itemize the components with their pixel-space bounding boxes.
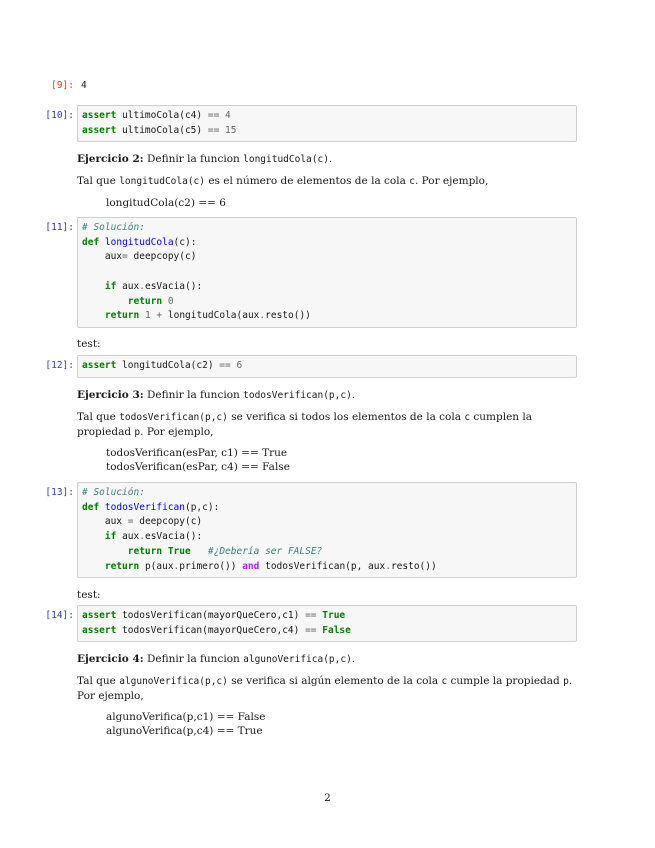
code-block: assert todosVerifican(mayorQueCero,c1) =… [82, 610, 351, 636]
input-prompt-14: [14]: [45, 610, 74, 621]
exercise-3-description: Tal que todosVerifican(p,c) se verifica … [77, 411, 533, 438]
code-cell-14[interactable]: assert todosVerifican(mayorQueCero,c1) =… [77, 605, 577, 643]
exercise-3-heading: Ejercicio 3: Definir la funcion todosVer… [77, 389, 356, 401]
exercise-4-example-2: algunoVerifica(p,c4) == True [106, 725, 263, 737]
exercise-2-heading: Ejercicio 2: Definir la funcion longitud… [77, 153, 333, 165]
code-block: # Solución: def todosVerifican(p,c): aux… [82, 487, 437, 572]
code-cell-12[interactable]: assert longitudCola(c2) == 6 [77, 355, 577, 378]
page-number: 2 [324, 792, 331, 804]
code-block: assert longitudCola(c2) == 6 [82, 360, 243, 371]
output-value: 4 [81, 80, 87, 91]
exercise-4-heading: Ejercicio 4: Definir la funcion algunoVe… [77, 653, 356, 665]
exercise-2-example: longitudCola(c2) == 6 [106, 197, 226, 209]
code-block: assert ultimoCola(c4) == 4 assert ultimo… [82, 110, 237, 136]
code-cell-10[interactable]: assert ultimoCola(c4) == 4 assert ultimo… [77, 105, 577, 143]
test-label: test: [77, 589, 101, 601]
input-prompt-11: [11]: [45, 222, 74, 233]
exercise-2-description: Tal que longitudCola(c) es el número de … [77, 175, 489, 187]
input-prompt-12: [12]: [45, 360, 74, 371]
output-prompt-9: [9]: [51, 80, 74, 91]
test-label: test: [77, 338, 101, 350]
exercise-3-example-2: todosVerifican(esPar, c4) == False [106, 461, 290, 473]
input-prompt-13: [13]: [45, 487, 74, 498]
exercise-4-example-1: algunoVerifica(p,c1) == False [106, 711, 266, 723]
code-cell-13[interactable]: # Solución: def todosVerifican(p,c): aux… [77, 482, 577, 579]
exercise-4-description: Tal que algunoVerifica(p,c) se verifica … [77, 675, 573, 702]
exercise-3-example-1: todosVerifican(esPar, c1) == True [106, 447, 288, 459]
code-block: # Solución: def longitudCola(c): aux= de… [82, 222, 311, 322]
code-cell-11[interactable]: # Solución: def longitudCola(c): aux= de… [77, 217, 577, 328]
input-prompt-10: [10]: [45, 110, 74, 121]
